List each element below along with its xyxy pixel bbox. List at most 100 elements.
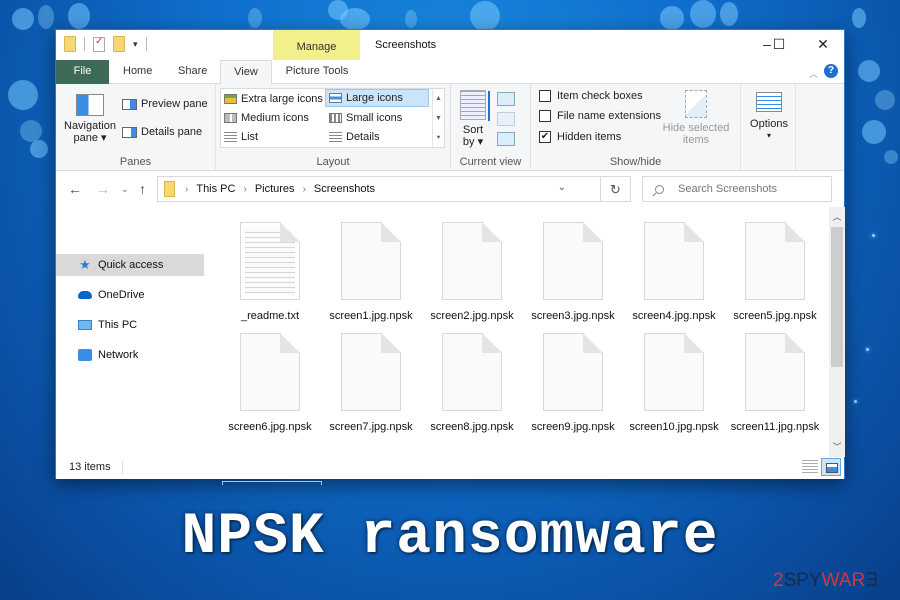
item-check-boxes-checkbox[interactable] <box>539 90 551 102</box>
layout-gallery-scroll[interactable]: ▲ ▼ ⯆ <box>432 89 444 147</box>
search-input[interactable]: Search Screenshots <box>642 176 832 202</box>
file-item[interactable]: screen1.jpg.npsk <box>321 222 421 322</box>
bubble-decoration <box>248 8 262 28</box>
file-item[interactable]: screen5.jpg.npsk <box>725 222 825 322</box>
layout-label: List <box>241 131 259 143</box>
file-item[interactable]: screen4.jpg.npsk <box>624 222 724 322</box>
search-placeholder: Search Screenshots <box>678 183 778 195</box>
show-hide-group: Item check boxes File name extensions ✔ … <box>531 84 741 171</box>
tab-manage[interactable]: Manage <box>273 30 360 60</box>
file-item[interactable]: screen7.jpg.npsk <box>321 333 421 433</box>
file-name: screen10.jpg.npsk <box>629 421 719 433</box>
panes-group: Navigation pane ▾ Preview pane Details p… <box>56 84 216 171</box>
scroll-down-icon[interactable]: ﹀ <box>829 439 845 455</box>
sidebar-item-label: Quick access <box>98 259 164 271</box>
layout-details[interactable]: Details <box>326 128 380 146</box>
item-check-boxes-option[interactable]: Item check boxes <box>539 90 643 102</box>
file-item-partial[interactable] <box>222 481 322 485</box>
file-item[interactable]: screen8.jpg.npsk <box>422 333 522 433</box>
details-pane-button[interactable]: Details pane <box>122 126 202 138</box>
sidebar-item-network[interactable]: Network <box>56 344 204 366</box>
scroll-up-icon[interactable]: ︿ <box>829 209 845 225</box>
large-icons-view-icon[interactable] <box>821 458 841 476</box>
recent-locations-icon[interactable]: ⌄ <box>121 184 129 195</box>
properties-icon[interactable] <box>93 36 105 52</box>
sort-by-button[interactable]: Sort by ▾ <box>459 90 490 148</box>
sidebar-item-quick-access[interactable]: ★ Quick access <box>56 254 204 276</box>
tab-home[interactable]: Home <box>111 60 164 84</box>
file-item[interactable]: screen3.jpg.npsk <box>523 222 623 322</box>
details-view-icon[interactable] <box>802 460 818 474</box>
customize-toolbar-icon[interactable]: ▾ <box>133 39 138 50</box>
expand-gallery-icon[interactable]: ⯆ <box>433 129 444 149</box>
layout-large-icons[interactable]: Large icons <box>325 89 429 107</box>
file-item[interactable]: _readme.txt <box>220 222 320 322</box>
file-name: screen8.jpg.npsk <box>430 421 514 433</box>
bubble-decoration <box>690 0 716 28</box>
new-folder-icon[interactable] <box>113 36 125 52</box>
breadcrumb-pictures[interactable]: Pictures <box>255 183 295 195</box>
file-item[interactable]: screen9.jpg.npsk <box>523 333 623 433</box>
size-columns-icon[interactable] <box>497 132 515 146</box>
layout-extra-large-icons[interactable]: Extra large icons <box>221 90 323 108</box>
vertical-scrollbar[interactable]: ︿ ﹀ <box>829 207 845 457</box>
layout-medium-icons[interactable]: Medium icons <box>221 109 309 127</box>
file-name-extensions-checkbox[interactable] <box>539 110 551 122</box>
preview-pane-button[interactable]: Preview pane <box>122 98 208 110</box>
folder-icon <box>164 181 175 197</box>
sort-icon <box>460 90 490 121</box>
file-item[interactable]: screen11.jpg.npsk <box>725 333 825 433</box>
options-button[interactable]: Options ▾ <box>747 90 791 142</box>
hidden-items-checkbox[interactable]: ✔ <box>539 131 551 143</box>
sparkle-decoration <box>872 234 875 237</box>
collapse-ribbon-icon[interactable]: ︿ <box>809 67 818 80</box>
group-by-icon[interactable] <box>497 92 515 106</box>
bubble-decoration <box>858 60 880 82</box>
tab-view[interactable]: View <box>220 60 272 85</box>
hide-selected-items-button[interactable]: Hide selected items <box>661 90 731 146</box>
watermark-part: WAR <box>821 570 866 591</box>
breadcrumb-screenshots[interactable]: Screenshots <box>314 183 375 195</box>
scrollbar-thumb[interactable] <box>831 227 843 367</box>
file-name: _readme.txt <box>240 310 300 322</box>
refresh-button[interactable]: ↻ <box>601 176 631 202</box>
sidebar-item-onedrive[interactable]: OneDrive <box>56 284 204 306</box>
hide-selected-label: Hide selected <box>662 122 730 134</box>
file-name-extensions-option[interactable]: File name extensions <box>539 110 661 122</box>
file-item[interactable]: screen2.jpg.npsk <box>422 222 522 322</box>
file-item[interactable]: screen6.jpg.npsk <box>220 333 320 433</box>
sparkle-decoration <box>866 348 869 351</box>
layout-small-icons[interactable]: Small icons <box>326 109 402 127</box>
up-arrow-icon[interactable]: ↑ <box>139 181 146 197</box>
forward-arrow-icon[interactable]: → <box>96 181 110 197</box>
close-button[interactable]: ✕ <box>808 34 838 54</box>
blank-file-icon <box>442 333 502 411</box>
tab-share[interactable]: Share <box>166 60 219 84</box>
folder-icon[interactable] <box>64 36 76 52</box>
chevron-right-icon[interactable]: › <box>303 184 306 195</box>
navigation-pane-button[interactable]: Navigation pane ▾ <box>62 90 118 144</box>
maximize-button[interactable]: ☐ <box>764 34 794 54</box>
back-arrow-icon[interactable]: ← <box>68 181 82 197</box>
tab-picture-tools[interactable]: Picture Tools <box>274 60 360 84</box>
item-count: 13 items <box>69 461 111 473</box>
scroll-up-icon[interactable]: ▲ <box>433 89 444 109</box>
scroll-down-icon[interactable]: ▼ <box>433 109 444 129</box>
address-dropdown-icon[interactable]: ⌄ <box>558 182 566 193</box>
add-columns-icon[interactable] <box>497 112 515 126</box>
sidebar-item-label: This PC <box>98 319 138 331</box>
layout-list[interactable]: List <box>221 128 258 146</box>
sidebar-item-this-pc[interactable]: This PC <box>56 314 204 336</box>
chevron-right-icon[interactable]: › <box>243 184 246 195</box>
address-bar[interactable]: › This PC › Pictures › Screenshots ⌄ <box>157 176 601 202</box>
file-name: screen1.jpg.npsk <box>329 310 413 322</box>
bubble-decoration <box>884 150 898 164</box>
tab-file[interactable]: File <box>56 60 109 84</box>
checkbox-label: Hidden items <box>557 131 622 143</box>
hidden-items-option[interactable]: ✔ Hidden items <box>539 131 621 143</box>
group-label: Panes <box>119 156 152 168</box>
breadcrumb-this-pc[interactable]: This PC <box>196 183 235 195</box>
file-item[interactable]: screen10.jpg.npsk <box>624 333 724 433</box>
help-icon[interactable]: ? <box>824 64 838 78</box>
chevron-right-icon[interactable]: › <box>185 184 188 195</box>
